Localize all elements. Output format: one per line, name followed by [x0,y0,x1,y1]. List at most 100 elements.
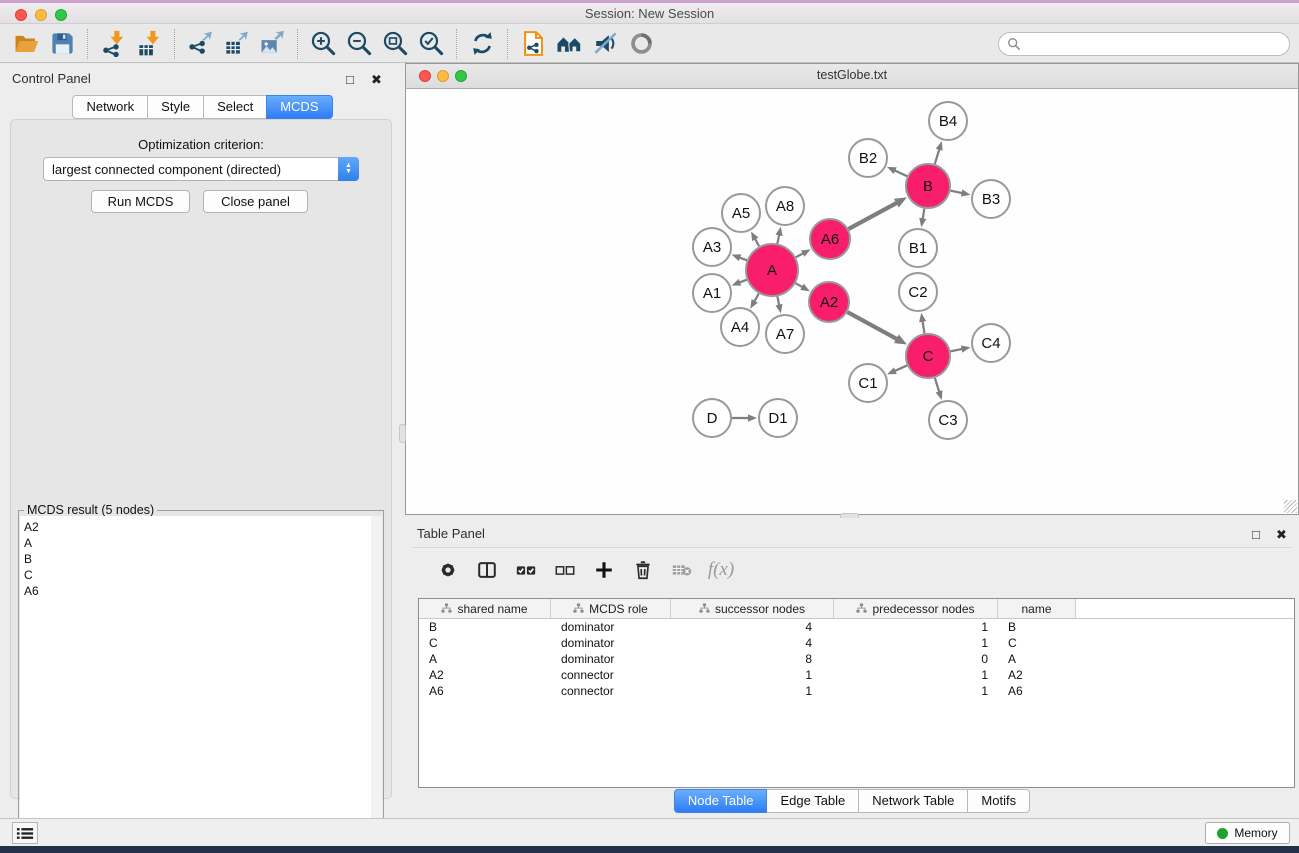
graph-node-A4[interactable]: A4 [721,308,759,346]
column-header-predecessor-nodes[interactable]: predecessor nodes [834,599,998,618]
column-header-shared-name[interactable]: shared name [419,599,551,618]
result-item[interactable]: A2 [24,519,372,535]
graph-node-B4[interactable]: B4 [929,102,967,140]
tab-style[interactable]: Style [147,95,204,119]
close-panel-button[interactable]: Close panel [203,190,308,213]
run-mcds-button[interactable]: Run MCDS [91,190,190,213]
window-resize-grip[interactable] [1284,500,1297,513]
column-header-name[interactable]: name [998,599,1076,618]
import-table-button[interactable] [131,28,167,60]
graph-edge-C-C1[interactable] [887,365,907,374]
result-list-scrollbar[interactable] [371,516,382,853]
table-options-button[interactable] [431,555,465,585]
home-button[interactable] [551,28,587,60]
graph-node-A[interactable]: A [746,244,798,296]
graph-node-A8[interactable]: A8 [766,187,804,225]
zoom-selected-button[interactable] [413,28,449,60]
toggle-bird-view-button[interactable] [623,28,659,60]
export-network-button[interactable] [182,28,218,60]
graph-edge-A-A2[interactable] [796,283,810,291]
graph-edge-A2-C[interactable] [847,312,906,344]
graph-node-C3[interactable]: C3 [929,401,967,439]
result-item[interactable]: C [24,567,372,583]
tab-network[interactable]: Network [72,95,148,119]
graph-node-A5[interactable]: A5 [722,194,760,232]
graph-node-B1[interactable]: B1 [899,229,937,267]
export-image-button[interactable] [254,28,290,60]
show-columns-button[interactable] [470,555,504,585]
tab-network-table[interactable]: Network Table [858,789,968,813]
graph-node-A1[interactable]: A1 [693,274,731,312]
graph-node-B[interactable]: B [906,164,950,208]
graph-node-B3[interactable]: B3 [972,180,1010,218]
float-table-panel-icon[interactable]: □ [1252,527,1260,542]
open-file-button[interactable] [8,28,44,60]
graph-edge-B-B2[interactable] [887,167,907,176]
search-input[interactable] [1026,37,1276,51]
tab-node-table[interactable]: Node Table [674,789,768,813]
close-table-panel-icon[interactable]: ✖ [1276,527,1287,543]
graph-node-C4[interactable]: C4 [972,324,1010,362]
tab-select[interactable]: Select [203,95,267,119]
graph-edge-A-A4[interactable] [750,294,759,309]
table-row[interactable]: A6connector11A6 [419,683,1294,699]
graph-node-C1[interactable]: C1 [849,364,887,402]
table-row[interactable]: Cdominator41C [419,635,1294,651]
graph-node-A6[interactable]: A6 [810,219,850,259]
graph-edge-C-C4[interactable] [951,346,971,353]
graph-node-D1[interactable]: D1 [759,399,797,437]
result-item[interactable]: B [24,551,372,567]
float-panel-icon[interactable]: □ [346,72,354,87]
result-item[interactable]: A [24,535,372,551]
table-row[interactable]: Bdominator41B [419,619,1294,635]
graph-edge-B-B1[interactable] [919,209,926,228]
graph-edge-B-B3[interactable] [951,189,971,196]
deselect-all-button[interactable] [548,555,582,585]
graph-node-A3[interactable]: A3 [693,228,731,266]
column-header-successor-nodes[interactable]: successor nodes [671,599,834,618]
tab-motifs[interactable]: Motifs [967,789,1030,813]
graph-edge-D-D1[interactable] [732,414,757,421]
graph-edge-A-A3[interactable] [732,254,747,261]
refresh-button[interactable] [464,28,500,60]
export-table-button[interactable] [218,28,254,60]
graph-node-A7[interactable]: A7 [766,315,804,353]
graph-edge-A-A7[interactable] [776,296,783,313]
graph-node-C[interactable]: C [906,334,950,378]
zoom-out-button[interactable] [341,28,377,60]
graph-edge-B-B4[interactable] [935,141,943,164]
graph-edge-A-A8[interactable] [776,227,783,244]
criterion-dropdown[interactable]: largest connected component (directed) ▲… [43,157,359,181]
network-window-titlebar[interactable]: testGlobe.txt [406,64,1298,89]
graph-edge-A-A1[interactable] [732,279,747,286]
close-panel-icon[interactable]: ✖ [371,72,382,88]
graph-edge-A6-B[interactable] [848,197,906,229]
import-network-button[interactable] [95,28,131,60]
column-header-MCDS-role[interactable]: MCDS role [551,599,671,618]
task-history-button[interactable] [12,822,38,844]
tab-edge-table[interactable]: Edge Table [766,789,859,813]
graph-edge-A-A5[interactable] [751,231,759,246]
vertical-splitter-grip[interactable] [399,424,406,443]
network-canvas[interactable]: B4B2BB3A8A5A6B1A3AC2A1A2A4A7C4CC1DD1C3 [406,89,1298,514]
hide-graphics-details-button[interactable] [587,28,623,60]
network-file-button[interactable] [515,28,551,60]
graph-edge-A-A6[interactable] [796,249,811,257]
graph-node-D[interactable]: D [693,399,731,437]
zoom-fit-button[interactable] [377,28,413,60]
zoom-in-button[interactable] [305,28,341,60]
window-titlebar[interactable]: Session: New Session [0,3,1299,24]
memory-button[interactable]: Memory [1205,822,1290,844]
table-row[interactable]: Adominator80A [419,651,1294,667]
search-box[interactable] [998,32,1290,56]
graph-node-B2[interactable]: B2 [849,139,887,177]
graph-edge-C-C2[interactable] [919,313,926,334]
result-item[interactable]: A6 [24,583,372,599]
delete-columns-button[interactable] [626,555,660,585]
tab-mcds[interactable]: MCDS [266,95,332,119]
graph-node-A2[interactable]: A2 [809,282,849,322]
save-session-button[interactable] [44,28,80,60]
select-all-button[interactable] [509,555,543,585]
add-column-button[interactable] [587,555,621,585]
mcds-result-list[interactable]: A2ABCA6 [20,516,373,853]
